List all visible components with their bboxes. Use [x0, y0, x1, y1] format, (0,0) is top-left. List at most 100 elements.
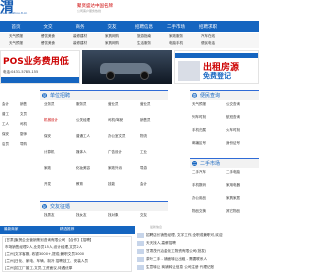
- sub-nav-row: 天气预报 餐饮美食 装修建材 家具网购 生活服务 电脑手机 便民电话: [0, 41, 259, 48]
- building-image: [178, 61, 200, 81]
- sub-nav-link[interactable]: 天气预报: [0, 34, 32, 41]
- convenience-link[interactable]: 身份证号: [226, 141, 240, 146]
- category-link[interactable]: 销售: [20, 102, 27, 107]
- second-hand-link[interactable]: 手机数码: [192, 183, 206, 188]
- job-category-link[interactable]: 销售员: [140, 118, 151, 123]
- dating-link[interactable]: 交友: [140, 213, 147, 218]
- sub-nav-link[interactable]: 家具网购: [96, 41, 128, 48]
- category-link[interactable]: 普工: [2, 112, 9, 117]
- second-hand-link[interactable]: 二手电脑: [226, 170, 240, 175]
- category-link[interactable]: 文员: [20, 112, 27, 117]
- listing-item[interactable]: [兰州]日化、家电、车辆、制冷 招聘技工、安装人员: [5, 259, 88, 264]
- category-link[interactable]: 厨师: [20, 132, 27, 137]
- second-hand-link[interactable]: 二手汽车: [192, 170, 206, 175]
- side-listing-item[interactable]: 甘肃茂兴冶金化工物资有限公司(批发): [146, 249, 206, 254]
- sub-nav-link[interactable]: 电脑手机: [160, 41, 192, 48]
- nav-item[interactable]: 交友: [96, 24, 128, 30]
- pos-ad-phone: 电话:0431-5785-155: [3, 70, 39, 74]
- job-category-link[interactable]: 化妆美容: [76, 166, 90, 171]
- nav-item[interactable]: 首页: [0, 24, 32, 30]
- job-category-link[interactable]: 家政外派: [108, 166, 122, 171]
- nav-item[interactable]: 文交: [32, 24, 64, 30]
- job-category-link[interactable]: 营业员: [140, 102, 151, 107]
- convenience-link[interactable]: 邮编区号: [192, 141, 206, 146]
- rental-ad-subline: 免费登记: [203, 72, 231, 80]
- left-category-list: 会计 销售普工 文员工人 司机保安 厨师店员 导购: [0, 100, 38, 220]
- side-listing-item[interactable]: 茶叶二手 - 铺面转让出租 - 需要联系人: [146, 257, 207, 262]
- job-category-link[interactable]: 保安: [44, 134, 51, 139]
- job-category-link[interactable]: 机械设计: [44, 118, 58, 123]
- second-hand-link[interactable]: 家用电器: [226, 183, 240, 188]
- site-logo[interactable]: 渭 www.lanzhou.lt.cn: [0, 0, 60, 17]
- sub-nav-link[interactable]: 便民电话: [192, 41, 224, 48]
- car-ad-banner[interactable]: [82, 50, 172, 84]
- search-icon: 查: [192, 93, 197, 98]
- job-category-link[interactable]: 工业: [140, 150, 147, 155]
- category-link[interactable]: 保安: [2, 132, 9, 137]
- sub-nav-link[interactable]: 餐饮美食: [32, 34, 64, 41]
- job-category-link[interactable]: 营业员: [108, 102, 119, 107]
- sub-nav-link[interactable]: 装修建材: [64, 41, 96, 48]
- listing-item[interactable]: [兰州]招工厂普工,文员,工资面议,待遇优厚: [5, 266, 72, 271]
- job-category-link[interactable]: 计算机: [44, 150, 55, 155]
- sub-nav-link[interactable]: 家具网购: [96, 34, 128, 41]
- dating-title: 交友征婚: [50, 204, 71, 210]
- job-category-link[interactable]: 广告设计: [108, 150, 122, 155]
- job-category-link[interactable]: 导游: [140, 166, 147, 171]
- listing-item[interactable]: [甘肃]聚贤企业营销策划咨询有限公司 【合作】【招聘】: [5, 238, 93, 243]
- tab-latest-merchants[interactable]: 最新商家: [4, 227, 18, 232]
- job-category-link[interactable]: 公关经理: [76, 118, 90, 123]
- dating-link[interactable]: 找对象: [108, 213, 119, 218]
- convenience-link[interactable]: 公交查询: [226, 102, 240, 107]
- job-category-link[interactable]: 会计: [140, 182, 147, 187]
- side-listing-item[interactable]: 招聘店长销售经理, 文字工作,全职或兼职可,欢迎: [146, 233, 222, 238]
- dating-link[interactable]: 找男友: [44, 213, 55, 218]
- tab-featured[interactable]: 精选推荐: [60, 227, 74, 232]
- job-category-link[interactable]: 开发: [44, 182, 51, 187]
- second-hand-link[interactable]: 其它物品: [226, 209, 240, 214]
- sub-nav-link[interactable]: 装修建材: [64, 34, 96, 41]
- job-category-link[interactable]: 技能: [108, 182, 115, 187]
- listing-item[interactable]: [兰州]文字客服, 收银3000+,提成;兼职文员3000: [5, 252, 84, 257]
- nav-item[interactable]: 招聘求职: [192, 24, 224, 30]
- second-hand-header: 二 二手市场: [190, 158, 259, 168]
- nav-item[interactable]: 二手市场: [160, 24, 192, 30]
- sub-nav-link[interactable]: 汽车在线: [192, 34, 224, 41]
- sub-nav-link[interactable]: 餐饮美食: [32, 41, 64, 48]
- category-link[interactable]: 店员: [2, 142, 9, 147]
- convenience-link[interactable]: 列车时刻: [192, 115, 206, 120]
- job-category-link[interactable]: 媒体人: [76, 150, 87, 155]
- job-category-link[interactable]: 普通工人: [76, 134, 90, 139]
- job-category-link[interactable]: 物流: [140, 134, 147, 139]
- job-category-link[interactable]: 家政: [44, 166, 51, 171]
- convenience-link[interactable]: 天气预报: [192, 102, 206, 107]
- second-hand-link[interactable]: 办公用品: [192, 196, 206, 201]
- side-listing-item[interactable]: 天天找人,高薪招聘: [146, 241, 176, 246]
- job-category-link[interactable]: 业务员: [44, 102, 55, 107]
- dating-link[interactable]: 找女友: [76, 213, 87, 218]
- sub-nav-link[interactable]: 天气预报: [0, 41, 32, 48]
- convenience-link[interactable]: 火车时刻: [226, 128, 240, 133]
- job-category-link[interactable]: 服务员: [76, 102, 87, 107]
- category-link[interactable]: 导购: [20, 142, 27, 147]
- category-link[interactable]: 工人: [2, 122, 9, 127]
- sub-nav-link[interactable]: 家政服务: [160, 34, 192, 41]
- nav-item[interactable]: 商务: [64, 24, 96, 30]
- convenience-link[interactable]: 手机归属: [192, 128, 206, 133]
- side-listing-item[interactable]: 生意转让 商铺转让信息 公司注册 代理记账: [146, 265, 214, 270]
- category-link[interactable]: 司机: [20, 122, 27, 127]
- sub-nav-link[interactable]: 旅游指南: [128, 34, 160, 41]
- second-hand-link[interactable]: 家具家居: [226, 196, 240, 201]
- rental-ad-banner[interactable]: 出租房源 免费登记: [174, 50, 259, 84]
- job-category-link[interactable]: 教育: [76, 182, 83, 187]
- pos-ad-banner[interactable]: POS业务费用低 电话:0431-5785-155: [0, 50, 80, 84]
- category-link[interactable]: 会计: [2, 102, 9, 107]
- nav-item[interactable]: 招聘信息: [128, 24, 160, 30]
- job-category-link[interactable]: 办公室文员: [108, 134, 126, 139]
- header-slogan-sub: 公司客户服务热线: [77, 9, 102, 13]
- second-hand-link[interactable]: 物品交换: [192, 209, 206, 214]
- job-category-link[interactable]: 司机/驾驶: [108, 118, 123, 123]
- sub-nav-link[interactable]: 生活服务: [128, 41, 160, 48]
- convenience-link[interactable]: 航班查询: [226, 115, 240, 120]
- listing-item[interactable]: 市场销售经理2人,业务员15人,设计经理,文员2人: [5, 245, 82, 250]
